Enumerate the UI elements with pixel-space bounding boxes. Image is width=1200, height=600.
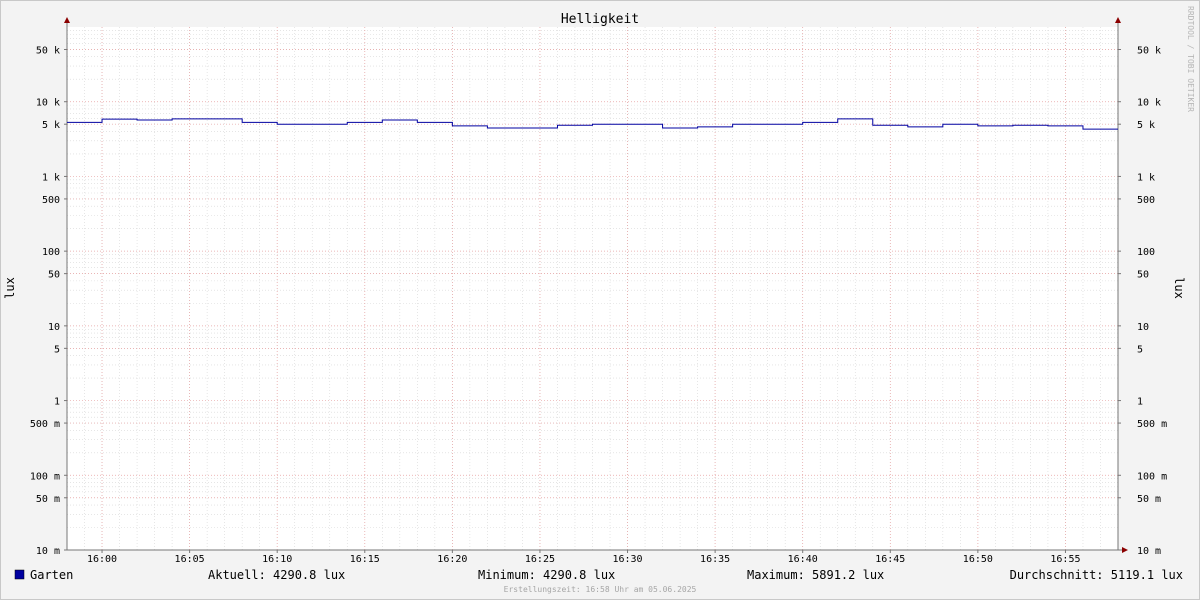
creation-time: Erstellungszeit: 16:58 Uhr am 05.06.2025 (504, 585, 697, 594)
y-tick-label-left: 50 m (36, 494, 60, 505)
y-tick-label-right: 10 k (1137, 98, 1161, 109)
x-tick-label: 16:25 (525, 554, 555, 565)
y-tick-label-left: 5 k (42, 120, 60, 131)
y-tick-label-left: 100 (42, 247, 60, 258)
x-tick-label: 16:10 (262, 554, 292, 565)
y-tick-label-left: 1 k (42, 172, 60, 183)
y-tick-label-left: 5 (54, 344, 60, 355)
chart-title: Helligkeit (561, 12, 639, 27)
y-tick-label-right: 100 (1137, 247, 1155, 258)
x-tick-label: 16:15 (350, 554, 380, 565)
legend-durchschnitt: Durchschnitt: 5119.1 lux (1010, 568, 1183, 582)
y-tick-label-right: 5 (1137, 344, 1143, 355)
y-tick-label-left: 1 (54, 397, 60, 408)
y-tick-label-right: 100 m (1137, 471, 1167, 482)
grid (67, 27, 1118, 551)
y-tick-label-left: 100 m (30, 471, 60, 482)
legend-maximum: Maximum: 5891.2 lux (747, 568, 884, 582)
x-tick-label: 16:45 (875, 554, 905, 565)
y-tick-label-right: 50 m (1137, 494, 1161, 505)
legend-minimum: Minimum: 4290.8 lux (478, 568, 615, 582)
y-tick-label-left: 10 m (36, 546, 60, 557)
y-tick-label-right: 500 (1137, 195, 1155, 206)
y-axis-label-left: lux (3, 277, 17, 299)
rrdtool-watermark: RRDTOOL / TOBI OETIKER (1186, 6, 1195, 112)
y-tick-label-right: 1 k (1137, 172, 1155, 183)
x-axis-arrow (1122, 547, 1128, 553)
x-tick-label: 16:20 (437, 554, 467, 565)
y-tick-label-right: 5 k (1137, 120, 1155, 131)
y-tick-label-right: 50 (1137, 270, 1149, 281)
x-tick-label: 16:05 (175, 554, 205, 565)
y-tick-label-right: 10 (1137, 322, 1149, 333)
y-tick-label-left: 10 (48, 322, 60, 333)
y-tick-label-right: 500 m (1137, 419, 1167, 430)
y-tick-label-right: 10 m (1137, 546, 1161, 557)
y-axis-arrow-right (1115, 17, 1121, 23)
y-tick-label-right: 1 (1137, 397, 1143, 408)
brightness-chart: 50 k 50 k 10 k 10 k 5 k 5 k 1 k 1 k 500 500 100 100… (3, 6, 1195, 594)
y-axis-label-right: lux (1172, 277, 1186, 299)
y-tick-label-left: 500 m (30, 419, 60, 430)
y-tick-label-right: 50 k (1137, 45, 1161, 56)
y-axis-arrow-left (64, 17, 70, 23)
legend-series-name: Garten (30, 568, 73, 582)
y-tick-label-left: 10 k (36, 98, 60, 109)
y-tick-label-left: 50 k (36, 45, 60, 56)
x-tick-label: 16:55 (1050, 554, 1080, 565)
x-tick-label: 16:50 (963, 554, 993, 565)
legend-swatch (14, 569, 25, 580)
y-tick-label-left: 50 (48, 270, 60, 281)
x-tick-label: 16:35 (700, 554, 730, 565)
x-tick-label: 16:40 (788, 554, 818, 565)
legend-aktuell: Aktuell: 4290.8 lux (208, 568, 345, 582)
x-tick-label: 16:00 (87, 554, 117, 565)
x-tick-label: 16:30 (612, 554, 642, 565)
y-tick-label-left: 500 (42, 195, 60, 206)
